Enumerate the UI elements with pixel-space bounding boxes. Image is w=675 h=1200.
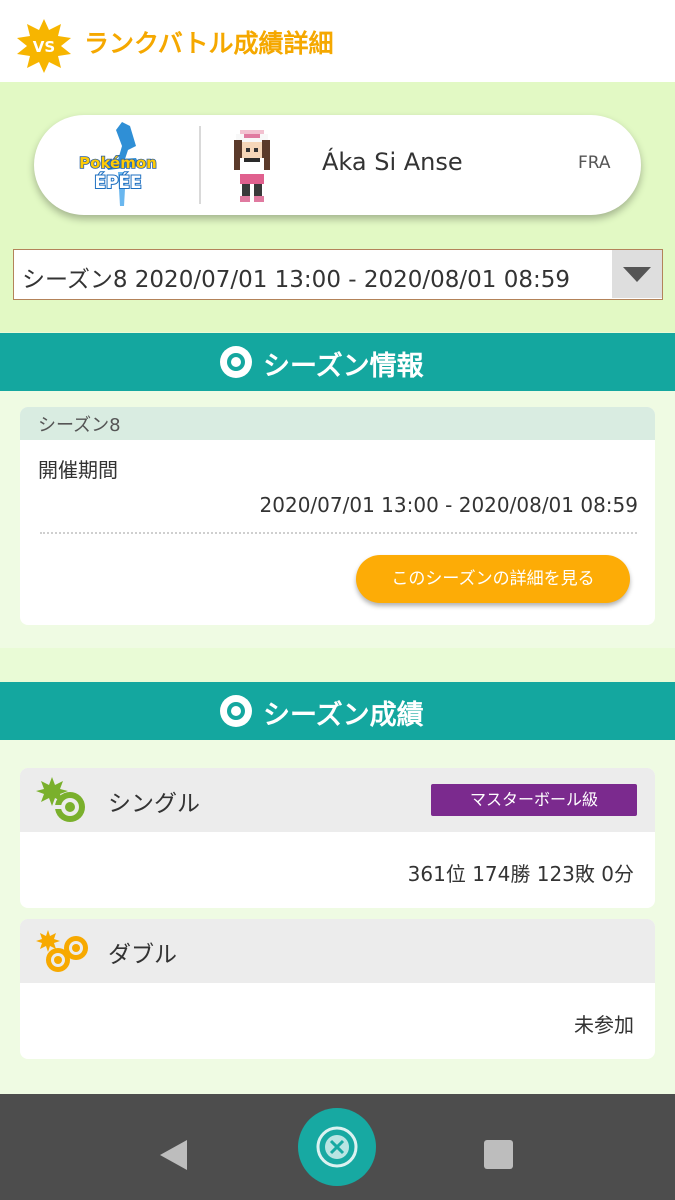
season-info-title: シーズン情報 [263,351,424,382]
season-name: シーズン8 [38,415,121,436]
season-select-value: シーズン8 2020/07/01 13:00 - 2020/08/01 08:5… [22,267,571,293]
home-button[interactable] [298,1108,376,1186]
chevron-down-icon [623,267,651,282]
season-results-header: シーズン成績 [0,682,675,740]
player-language: FRA [578,153,611,173]
svg-text:ÉPÉE: ÉPÉE [94,171,141,193]
page-title: ランクバトル成績詳細 [84,29,334,58]
season-detail-button[interactable]: このシーズンの詳細を見る [356,555,630,603]
double-result-card: ダブル 未参加 [20,919,655,1059]
select-arrow-button[interactable] [612,250,662,298]
season-info-header: シーズン情報 [0,333,675,391]
double-result-value: 未参加 [574,1013,634,1037]
season-name-bar: シーズン8 [20,407,655,440]
season-select[interactable]: シーズン8 2020/07/01 13:00 - 2020/08/01 08:5… [13,249,663,300]
recents-square-icon[interactable] [484,1140,513,1169]
dotted-divider [40,532,637,534]
back-triangle-icon[interactable] [160,1140,187,1170]
period-value: 2020/07/01 13:00 - 2020/08/01 08:59 [259,493,638,517]
single-title: シングル [108,791,200,817]
season-info-card: シーズン8 開催期間 2020/07/01 13:00 - 2020/08/01… [20,407,655,625]
single-result-card: シングル マスターボール級 361位 174勝 123敗 0分 [20,768,655,908]
svg-text:VS: VS [33,38,55,56]
player-name: Áka Si Anse [322,148,463,176]
monster-ball-icon [220,695,252,727]
double-title: ダブル [108,942,177,968]
trainer-sprite-icon [234,130,270,202]
double-result-head: ダブル [20,919,655,983]
card-divider [199,126,201,204]
vs-badge-icon: VS [17,19,71,73]
app-header: VS ランクバトル成績詳細 [0,0,675,82]
game-logo-icon: Pokémon ÉPÉE [78,122,158,206]
single-result-value: 361位 174勝 123敗 0分 [407,862,634,886]
svg-text:Pokémon: Pokémon [79,154,157,172]
period-label: 開催期間 [38,458,118,482]
single-battle-icon [36,777,85,822]
home-app-icon [316,1126,358,1168]
monster-ball-icon [220,346,252,378]
single-result-head: シングル マスターボール級 [20,768,655,832]
rank-badge: マスターボール級 [431,784,637,816]
double-battle-icon [36,930,88,972]
season-results-title: シーズン成績 [263,700,424,731]
